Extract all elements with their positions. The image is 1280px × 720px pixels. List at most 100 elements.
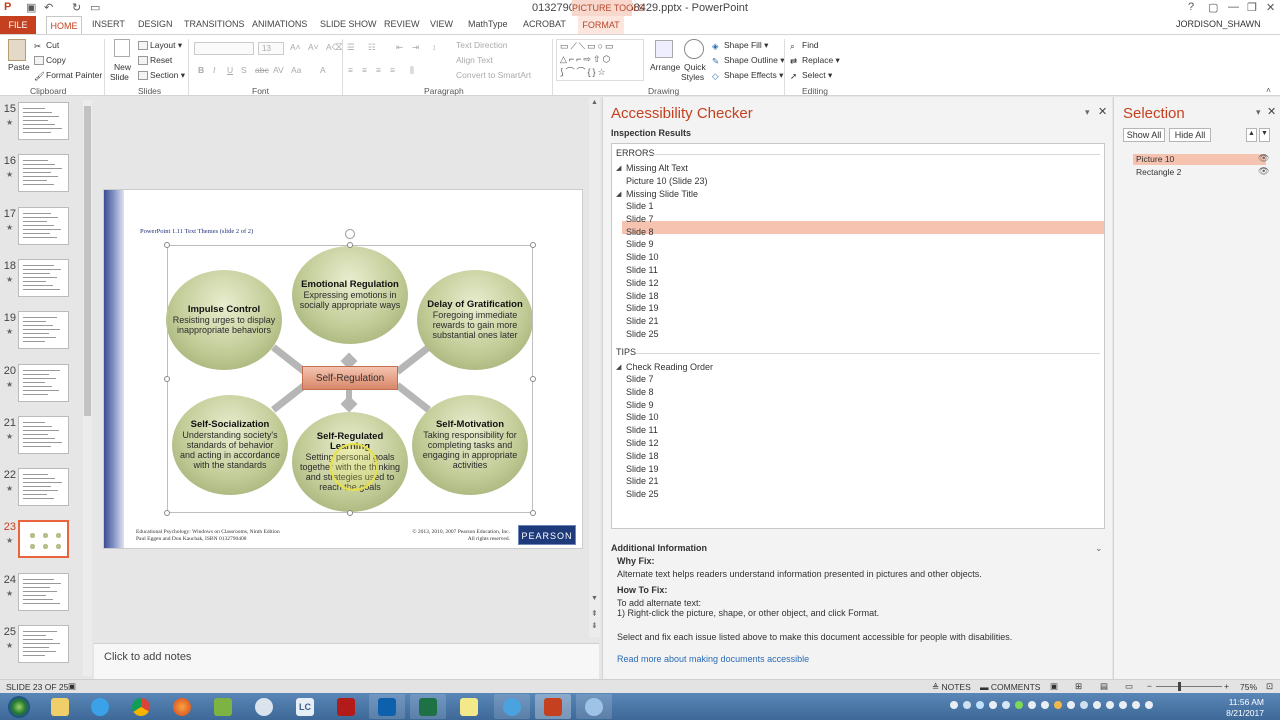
restore-icon[interactable]: ❐	[1247, 1, 1257, 14]
ribbon-display-icon[interactable]: ▢	[1208, 1, 1218, 14]
font-name-box[interactable]	[194, 42, 254, 55]
tray-icon[interactable]	[1054, 701, 1062, 709]
selection-item-picture-10[interactable]: Picture 10	[1136, 154, 1174, 164]
tab-animations[interactable]: ANIMATIONS	[252, 19, 307, 29]
layout-button[interactable]: Layout ▾	[138, 40, 182, 51]
new-slide-icon[interactable]	[114, 39, 130, 57]
resize-handle[interactable]	[164, 242, 170, 248]
tray-icon[interactable]	[1067, 701, 1075, 709]
italic-icon[interactable]: I	[213, 65, 215, 75]
result-item[interactable]: Slide 10	[626, 252, 659, 262]
text-direction-button[interactable]: Text Direction	[456, 40, 508, 50]
missing-alt-text-group[interactable]: Missing Alt Text	[626, 163, 688, 173]
slide-show-icon[interactable]: ▭	[1125, 681, 1133, 692]
quick-styles-button[interactable]: Quick	[684, 62, 706, 72]
expand-triangle-icon[interactable]: ◢	[616, 164, 621, 172]
section-button[interactable]: Section ▾	[138, 70, 185, 81]
scrollbar-thumb[interactable]	[84, 106, 91, 416]
format-painter-button[interactable]: 🖌Format Painter	[34, 70, 102, 81]
collapse-info-icon[interactable]: ⌄	[1095, 543, 1103, 554]
slide-scrollbar[interactable]: ▲ ▼ ⇞ ⇟	[589, 97, 600, 637]
slide-thumbnail[interactable]	[18, 520, 69, 559]
slide-sorter-icon[interactable]: ⊞	[1075, 681, 1082, 692]
check-reading-order-group[interactable]: Check Reading Order	[626, 362, 713, 372]
tray-icon[interactable]	[1002, 701, 1010, 709]
result-item[interactable]: Slide 12	[626, 438, 659, 448]
arrange-icon[interactable]	[655, 40, 673, 58]
slide-thumbnail[interactable]	[18, 468, 69, 507]
tab-transitions[interactable]: TRANSITIONS	[184, 19, 245, 29]
tray-icon[interactable]	[1015, 701, 1023, 709]
resize-handle[interactable]	[347, 510, 353, 516]
taskbar-app-4[interactable]	[576, 694, 612, 719]
network-icon[interactable]	[1132, 701, 1140, 709]
slide-heading[interactable]: PowerPoint 1.11 Text Themes (slide 2 of …	[140, 228, 253, 235]
arrange-button[interactable]: Arrange	[650, 62, 680, 72]
tray-icon[interactable]	[1080, 701, 1088, 709]
tab-acrobat[interactable]: ACROBAT	[523, 19, 566, 29]
tab-review[interactable]: REVIEW	[384, 19, 420, 29]
show-all-button[interactable]: Show All	[1123, 128, 1165, 142]
slide-thumbnail[interactable]	[18, 258, 69, 297]
taskbar-excel[interactable]	[410, 694, 446, 719]
slide-thumbnail[interactable]	[18, 363, 69, 402]
scroll-up-icon[interactable]: ▲	[591, 99, 598, 106]
shadow-icon[interactable]: S	[241, 65, 247, 75]
close-pane-icon[interactable]: ✕	[1267, 105, 1276, 118]
shrink-font-icon[interactable]: A˅	[308, 42, 319, 52]
send-backward-icon[interactable]: ▼	[1259, 128, 1270, 142]
taskbar-app-2[interactable]	[246, 694, 282, 719]
fit-to-window-icon[interactable]: ⊡	[1266, 681, 1273, 692]
result-item[interactable]: Picture 10 (Slide 23)	[626, 176, 708, 186]
grow-font-icon[interactable]: A˄	[290, 42, 301, 52]
slide-thumbnail[interactable]	[18, 415, 69, 454]
tab-mathtype[interactable]: MathType	[468, 19, 508, 29]
resize-handle[interactable]	[530, 242, 536, 248]
strikethrough-icon[interactable]: abc	[255, 65, 269, 75]
align-right-icon[interactable]: ≡	[376, 65, 381, 75]
change-case-icon[interactable]: Aa	[291, 65, 301, 75]
tab-format[interactable]: FORMAT	[578, 16, 624, 34]
result-item[interactable]: Slide 18	[626, 451, 659, 461]
taskbar-internet-explorer[interactable]	[82, 694, 118, 719]
columns-icon[interactable]: ⫼	[410, 65, 414, 76]
char-spacing-icon[interactable]: AV	[273, 65, 284, 75]
result-item[interactable]: Slide 21	[626, 476, 659, 486]
close-icon[interactable]: ✕	[1266, 1, 1275, 14]
shape-outline-button[interactable]: ✎ Shape Outline ▾	[712, 55, 785, 66]
notes-button[interactable]: ≜ NOTES	[932, 682, 971, 693]
normal-view-icon[interactable]: ▣	[1050, 681, 1058, 692]
slide-thumbnail[interactable]	[18, 154, 69, 193]
zoom-level[interactable]: 75%	[1240, 682, 1257, 692]
eye-icon[interactable]: 👁	[1258, 153, 1269, 164]
start-button[interactable]	[0, 694, 38, 719]
taskbar-lc[interactable]: LC	[287, 694, 323, 719]
pane-options-icon[interactable]: ▾	[1085, 107, 1090, 118]
taskbar-clock[interactable]: 11:56 AM 8/21/2017	[1222, 697, 1264, 719]
result-item[interactable]: Slide 8	[626, 227, 654, 237]
resize-handle[interactable]	[530, 376, 536, 382]
scroll-down-icon[interactable]: ▼	[591, 595, 598, 602]
result-item[interactable]: Slide 9	[626, 239, 654, 249]
help-icon[interactable]: ?	[1188, 1, 1194, 13]
zoom-slider-thumb[interactable]	[1178, 682, 1181, 691]
bring-forward-icon[interactable]: ▲	[1246, 128, 1257, 142]
tab-file[interactable]: FILE	[0, 16, 36, 34]
result-item[interactable]: Slide 19	[626, 464, 659, 474]
numbering-icon[interactable]: ☷	[368, 42, 376, 53]
next-slide-icon[interactable]: ⇟	[591, 621, 598, 630]
minimize-icon[interactable]: —	[1228, 1, 1239, 13]
expand-triangle-icon[interactable]: ◢	[616, 363, 621, 371]
taskbar-powerpoint[interactable]	[535, 694, 571, 719]
increase-indent-icon[interactable]: ⇥	[412, 42, 419, 53]
pane-options-icon[interactable]: ▾	[1256, 107, 1261, 118]
taskbar-app-3[interactable]	[494, 694, 530, 719]
user-name[interactable]: JORDISON_SHAWN	[1176, 19, 1261, 29]
notes-pane[interactable]: Click to add notes	[94, 643, 599, 679]
resize-handle[interactable]	[347, 242, 353, 248]
paste-button[interactable]: Paste	[8, 62, 30, 72]
tab-design[interactable]: DESIGN	[138, 19, 173, 29]
taskbar-sticky-notes[interactable]	[451, 694, 487, 719]
bold-icon[interactable]: B	[198, 65, 204, 75]
quick-styles-icon[interactable]	[684, 39, 704, 59]
